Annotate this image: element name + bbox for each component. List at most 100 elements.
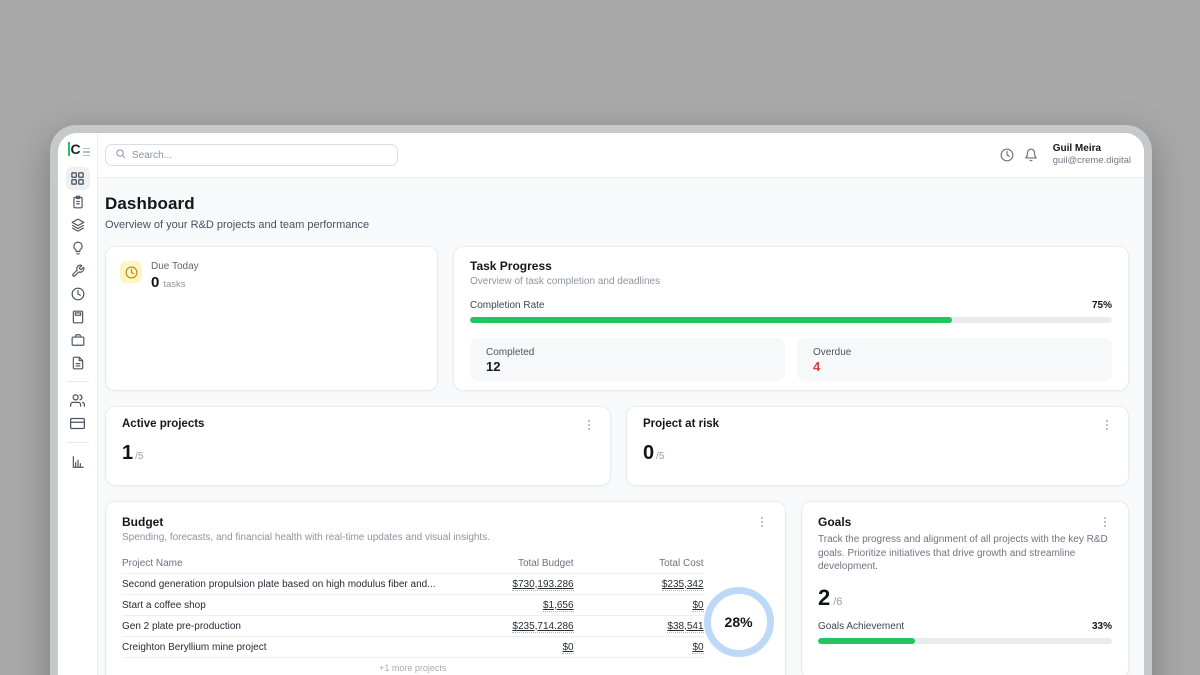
total-budget-cell[interactable]: $235,714.286 [512,621,573,633]
active-projects-menu-button[interactable] [582,418,596,430]
credit-card-icon [70,416,85,431]
document-icon [71,356,85,370]
sidebar-item-calculator[interactable] [66,305,90,328]
goals-achievement-label: Goals Achievement [818,621,904,632]
budget-menu-button[interactable] [755,515,769,527]
sidebar-item-documents[interactable] [66,351,90,374]
search-input[interactable] [132,150,388,161]
column-project-name: Project Name [122,558,444,569]
notifications-bell-button[interactable] [1019,143,1043,167]
goals-progress-fill [818,638,915,644]
goals-total: /6 [833,596,842,608]
budget-card: Budget Spending, forecasts, and financia… [105,501,786,675]
completed-label: Completed [486,347,769,358]
sidebar-item-tasks[interactable] [66,190,90,213]
budget-subtitle: Spending, forecasts, and financial healt… [122,532,769,543]
user-name: Guil Meira [1053,143,1131,156]
search-box[interactable] [105,144,398,166]
total-budget-cell[interactable]: $1,656 [543,600,574,612]
budget-usage-gauge: 28% [704,587,774,657]
due-today-card: Due Today 0 tasks [105,246,438,391]
total-cost-cell[interactable]: $235,342 [662,579,704,591]
project-at-risk-value: 0 [643,442,654,465]
completion-progress-bar [470,317,1112,323]
total-cost-cell[interactable]: $0 [692,600,703,612]
sidebar-item-tools[interactable] [66,259,90,282]
due-today-label: Due Today [151,261,199,272]
due-today-clock-icon [120,261,142,283]
total-budget-cell[interactable]: $730,193.286 [512,579,573,591]
sidebar-item-ideas[interactable] [66,236,90,259]
clock-icon [71,287,85,301]
page-subtitle: Overview of your R&D projects and team p… [105,219,1129,231]
more-projects-link[interactable]: +1 more projects [122,663,704,673]
due-today-unit: tasks [163,279,185,290]
project-at-risk-title: Project at risk [643,418,719,430]
active-projects-title: Active projects [122,418,204,430]
project-name-cell: Gen 2 plate pre-production [122,621,444,632]
user-menu[interactable]: Guil Meira guil@creme.digital [1053,143,1131,167]
project-at-risk-total: /5 [656,451,664,462]
lightbulb-icon [71,241,85,255]
budget-table-row[interactable]: Second generation propulsion plate based… [122,574,704,595]
sidebar-divider [67,442,89,443]
due-today-value: 0 [151,274,159,291]
page-title: Dashboard [105,194,1129,214]
completed-stat-box: Completed 12 [470,338,785,381]
clipboard-icon [71,195,85,209]
project-name-cell: Creighton Beryllium mine project [122,642,444,653]
sidebar-item-team[interactable] [66,389,90,412]
active-projects-card: Active projects 1 /5 [105,406,611,486]
goals-value: 2 [818,585,830,611]
completed-value: 12 [486,359,769,374]
bar-chart-icon [71,455,85,469]
users-icon [70,393,85,408]
calculator-icon [71,310,85,324]
goals-achievement-value: 33% [1092,621,1112,632]
search-icon [115,146,126,164]
sidebar-item-billing[interactable] [66,412,90,435]
budget-table-header: Project Name Total Budget Total Cost [122,554,704,574]
total-cost-cell[interactable]: $0 [692,642,703,654]
active-projects-value: 1 [122,442,133,465]
briefcase-icon [71,333,85,347]
sidebar-item-portfolio[interactable] [66,328,90,351]
overdue-value: 4 [813,359,1096,374]
project-at-risk-card: Project at risk 0 /5 [626,406,1129,486]
task-progress-card: Task Progress Overview of task completio… [453,246,1129,391]
overdue-label: Overdue [813,347,1096,358]
budget-table-row[interactable]: Creighton Beryllium mine project $0 $0 [122,637,704,658]
project-name-cell: Second generation propulsion plate based… [122,579,444,590]
layers-icon [71,218,85,232]
sidebar-item-dashboard[interactable] [66,167,90,190]
budget-table-row[interactable]: Gen 2 plate pre-production $235,714.286 … [122,616,704,637]
task-progress-subtitle: Overview of task completion and deadline… [470,276,1112,287]
total-budget-cell[interactable]: $0 [562,642,573,654]
project-at-risk-menu-button[interactable] [1100,418,1114,430]
topbar: Guil Meira guil@creme.digital [98,133,1144,178]
dashboard-content: Dashboard Overview of your R&D projects … [98,178,1144,675]
creme-logo-icon[interactable]: C [68,139,88,159]
goals-description: Track the progress and alignment of all … [818,533,1112,574]
active-projects-total: /5 [135,451,143,462]
completion-rate-label: Completion Rate [470,300,544,311]
goals-card: Goals Track the progress and alignment o… [801,501,1129,675]
app-window: C [58,133,1144,675]
sidebar-item-analytics[interactable] [66,450,90,473]
goals-progress-bar [818,638,1112,644]
goals-menu-button[interactable] [1098,515,1112,527]
sidebar: C [58,133,98,675]
sidebar-item-projects[interactable] [66,213,90,236]
wrench-icon [71,264,85,278]
completion-rate-value: 75% [1092,300,1112,311]
logo-lines [83,148,90,157]
main-area: Guil Meira guil@creme.digital Dashboard … [98,133,1144,675]
budget-title: Budget [122,515,163,529]
history-clock-button[interactable] [995,143,1019,167]
total-cost-cell[interactable]: $38,541 [667,621,703,633]
budget-usage-percent: 28% [725,614,753,630]
sidebar-item-time[interactable] [66,282,90,305]
budget-table-row[interactable]: Start a coffee shop $1,656 $0 [122,595,704,616]
sidebar-divider [67,381,89,382]
goals-title: Goals [818,515,851,529]
